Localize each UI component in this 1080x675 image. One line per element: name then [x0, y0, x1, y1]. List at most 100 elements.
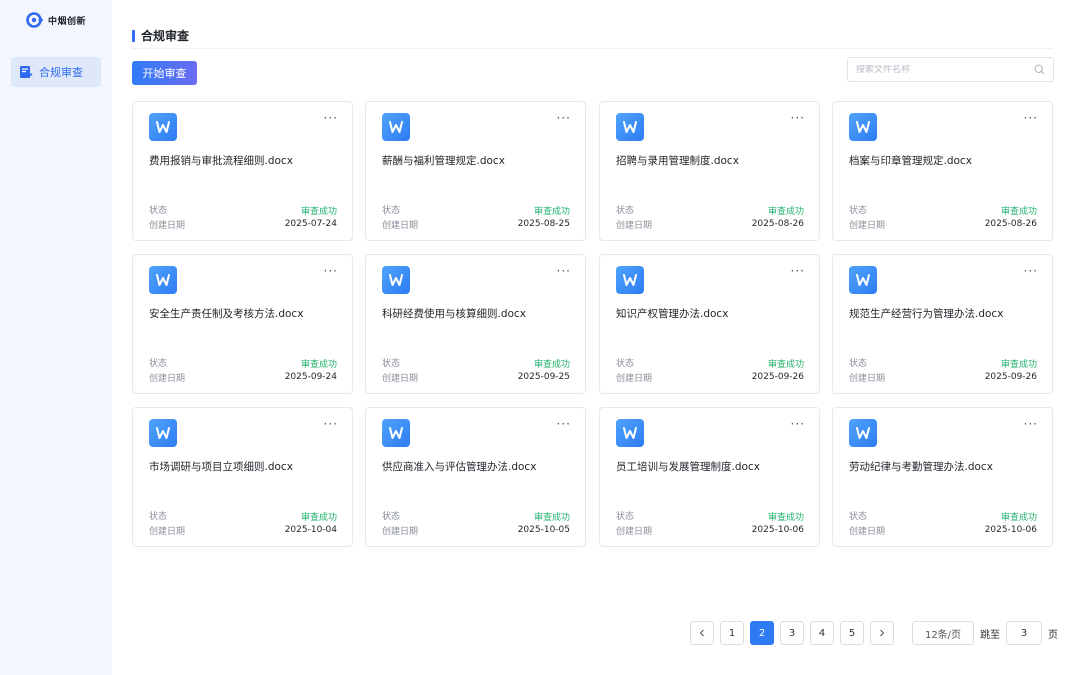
file-card[interactable]: ··· 薪酬与福利管理规定.docx 状态 审查成功创建日期 2025-08-25 [365, 101, 586, 241]
status-badge: 审查成功 [300, 513, 337, 523]
file-card[interactable]: ··· 劳动纪律与考勤管理办法.docx 状态 审查成功创建日期 2025-10-06 [832, 407, 1053, 547]
document-check-icon [20, 66, 33, 79]
file-name: 知识产权管理办法.docx [616, 308, 729, 320]
word-doc-icon [616, 113, 644, 141]
pagination: 1 2 3 4 5 12条/页 跳至 页 [690, 621, 1058, 645]
status-label: 状态 [849, 512, 868, 522]
word-doc-icon [616, 266, 644, 294]
more-options-icon[interactable]: ··· [791, 265, 805, 277]
word-doc-icon [849, 266, 877, 294]
word-doc-icon [382, 419, 410, 447]
more-options-icon[interactable]: ··· [557, 112, 571, 124]
status-label: 状态 [149, 512, 168, 522]
status-badge: 审查成功 [533, 513, 570, 523]
more-options-icon[interactable]: ··· [791, 112, 805, 124]
created-date: 2025-09-26 [751, 372, 804, 382]
status-label: 状态 [849, 206, 868, 216]
more-options-icon[interactable]: ··· [1024, 265, 1038, 277]
word-doc-icon [149, 113, 177, 141]
file-name: 供应商准入与评估管理办法.docx [382, 461, 537, 473]
more-options-icon[interactable]: ··· [791, 418, 805, 430]
created-date-label: 创建日期 [849, 527, 886, 537]
created-date: 2025-08-26 [984, 219, 1037, 229]
page-button-current[interactable]: 2 [750, 621, 774, 645]
jump-page-input[interactable] [1006, 621, 1042, 645]
file-card[interactable]: ··· 供应商准入与评估管理办法.docx 状态 审查成功 创建日期 2025-10-05 [365, 407, 586, 547]
more-options-icon[interactable]: ··· [1024, 112, 1038, 124]
page-button[interactable]: 1 [720, 621, 744, 645]
logo-icon [26, 12, 43, 28]
word-doc-icon [382, 113, 410, 141]
file-card[interactable]: ··· 规范生产经营行为管理办法.docx 状态 审查成功 创建日期 2025-09-26 [832, 254, 1053, 394]
more-options-icon[interactable]: ··· [557, 265, 571, 277]
file-name: 招聘与录用管理制度.docx [616, 155, 739, 167]
brand-name: 中烟创新 [48, 16, 87, 27]
file-name: 劳动纪律与考勤管理办法.docx [849, 461, 993, 473]
page-unit-label: 页 [1048, 629, 1058, 641]
file-card[interactable]: ··· 安全生产责任制及考核方法.docx 状态 审查成功 创建日期 2025-09-24 [132, 254, 353, 394]
created-date: 2025-10-04 [284, 525, 337, 535]
status-badge: 审查成功 [300, 207, 337, 217]
file-card[interactable]: ··· 知识产权管理办法.docx 状态 审查成功 创建日期 2025-09-26 [599, 254, 820, 394]
search-icon[interactable] [1034, 64, 1045, 75]
status-badge: 审查成功 [767, 207, 804, 217]
search-box [847, 57, 1054, 82]
more-options-icon[interactable]: ··· [324, 112, 338, 124]
created-date: 2025-09-24 [284, 372, 337, 382]
jump-label: 跳至 [980, 629, 1000, 641]
created-date-label: 创建日期 [616, 527, 653, 537]
file-name: 规范生产经营行为管理办法.docx [849, 308, 1004, 320]
created-date-label: 创建日期 [382, 221, 419, 231]
status-badge: 审查成功 [1000, 513, 1037, 523]
created-date-label: 创建日期 [382, 374, 419, 384]
created-date-label: 创建日期 [849, 374, 886, 384]
file-name: 薪酬与福利管理规定.docx [382, 155, 505, 167]
page-button[interactable]: 5 [840, 621, 864, 645]
page-size-select[interactable]: 12条/页 [912, 621, 974, 645]
file-name: 市场调研与项目立项细则.docx [149, 461, 293, 473]
brand-logo: 中烟创新 [26, 11, 86, 29]
created-date-label: 创建日期 [616, 221, 653, 231]
next-page-button[interactable] [870, 621, 894, 645]
file-name: 档案与印章管理规定.docx [849, 155, 972, 167]
file-card[interactable]: ··· 科研经费使用与核算细则.docx 状态 审查成功 创建日期 2025-09-25 [365, 254, 586, 394]
file-name: 费用报销与审批流程细则.docx [149, 155, 293, 167]
file-card[interactable]: ··· 员工培训与发展管理制度.docx 状态 审查成功 创建日期 2025-10-06 [599, 407, 820, 547]
word-doc-icon [149, 419, 177, 447]
more-options-icon[interactable]: ··· [324, 265, 338, 277]
more-options-icon[interactable]: ··· [557, 418, 571, 430]
file-name: 员工培训与发展管理制度.docx [616, 461, 760, 473]
title-accent-bar [132, 29, 135, 42]
status-badge: 审查成功 [1000, 207, 1037, 217]
status-label: 状态 [382, 359, 401, 369]
created-date: 2025-09-25 [517, 372, 570, 382]
created-date: 2025-08-25 [517, 219, 570, 229]
sidebar-item-compliance-review[interactable]: 合规审查 [11, 57, 101, 87]
created-date: 2025-07-24 [284, 219, 337, 229]
created-date: 2025-10-06 [751, 525, 804, 535]
file-card[interactable]: ··· 档案与印章管理规定.docx 状态 审查成功创建日期 2025-08-26 [832, 101, 1053, 241]
status-badge: 审查成功 [533, 360, 570, 370]
status-badge: 审查成功 [533, 207, 570, 217]
chevron-left-icon [699, 629, 704, 637]
more-options-icon[interactable]: ··· [1024, 418, 1038, 430]
file-card[interactable]: ··· 费用报销与审批流程细则.docx 状态 审查成功 创建日期 2025-07-24 [132, 101, 353, 241]
chevron-right-icon [880, 629, 885, 637]
file-card[interactable]: ··· 招聘与录用管理制度.docx 状态 审查成功 创建日期 2025-08-26 [599, 101, 820, 241]
word-doc-icon [149, 266, 177, 294]
prev-page-button[interactable] [690, 621, 714, 645]
status-label: 状态 [382, 206, 401, 216]
created-date: 2025-10-06 [984, 525, 1037, 535]
created-date-label: 创建日期 [149, 527, 186, 537]
sidebar-item-label: 合规审查 [39, 66, 83, 79]
start-review-button[interactable]: 开始审查 [132, 61, 197, 85]
page-button[interactable]: 3 [780, 621, 804, 645]
created-date-label: 创建日期 [849, 221, 886, 231]
more-options-icon[interactable]: ··· [324, 418, 338, 430]
page-button[interactable]: 4 [810, 621, 834, 645]
file-card[interactable]: ··· 市场调研与项目立项细则.docx 状态 审查成功创建日期 2025-10-04 [132, 407, 353, 547]
word-doc-icon [849, 419, 877, 447]
page-title: 合规审查 [141, 29, 190, 43]
divider [132, 48, 1053, 49]
search-input[interactable] [856, 64, 1034, 75]
